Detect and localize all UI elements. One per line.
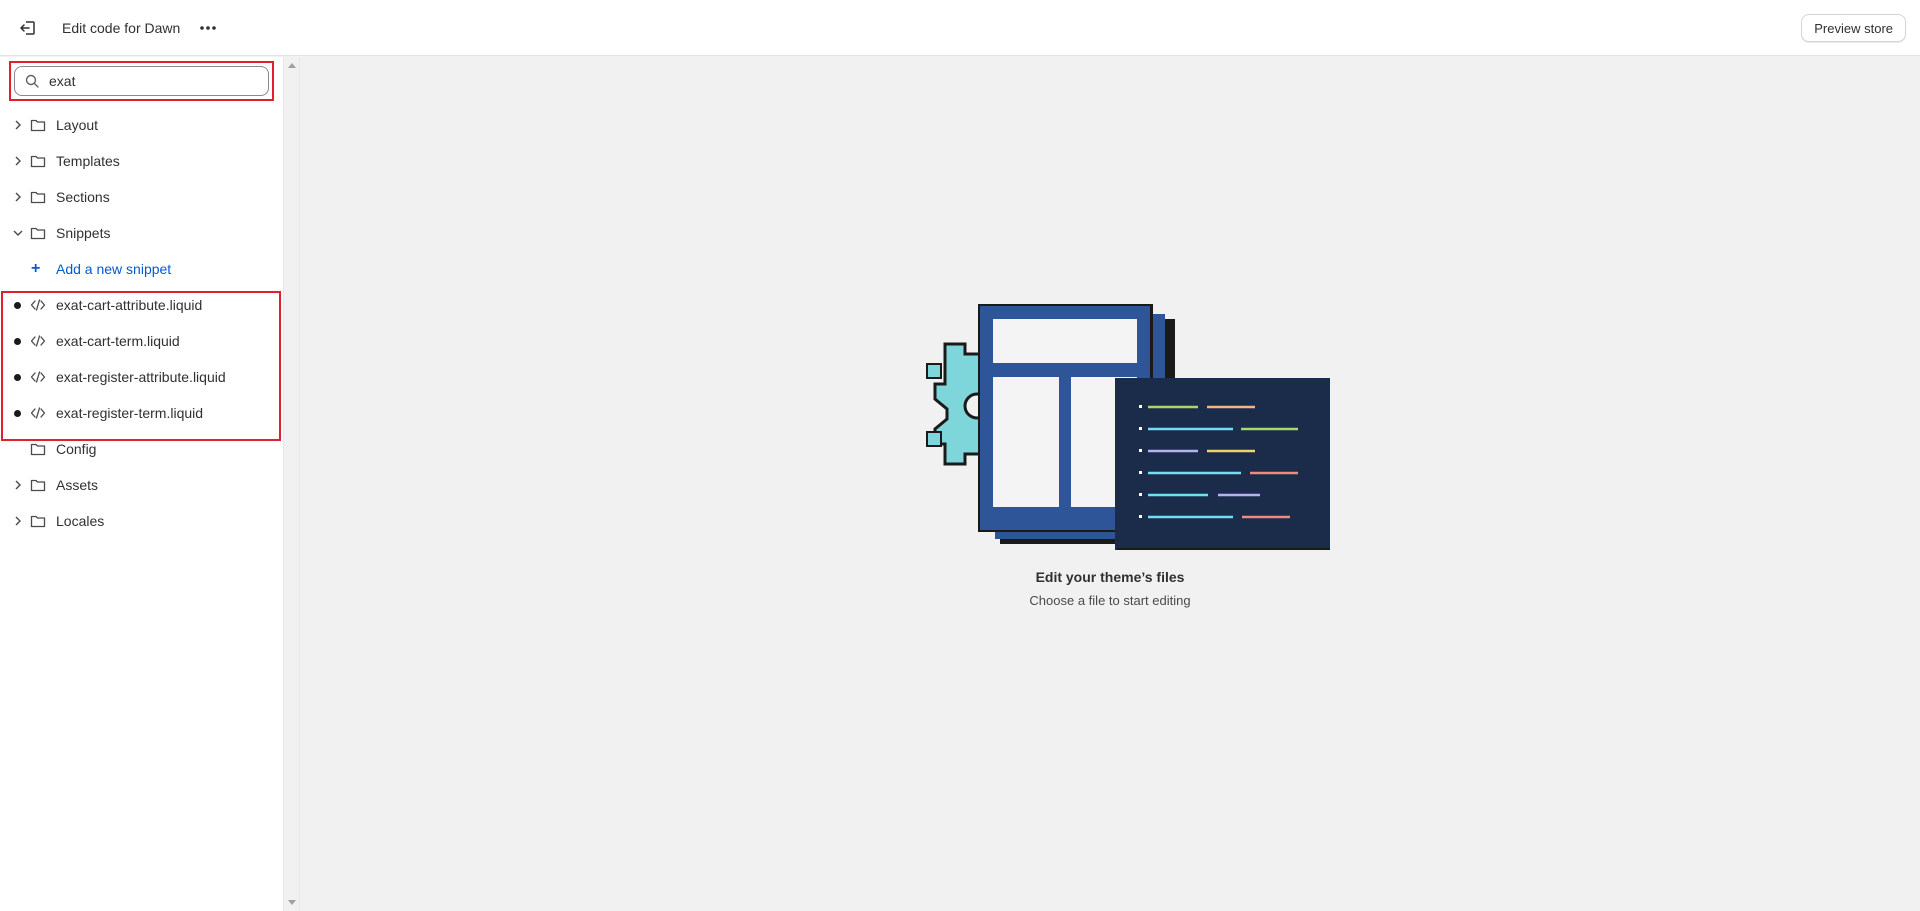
file-item[interactable]: exat-cart-attribute.liquid	[0, 287, 283, 323]
folder-layout[interactable]: Layout	[0, 107, 283, 143]
folder-icon	[30, 477, 46, 493]
unsaved-dot	[14, 301, 21, 309]
file-item[interactable]: exat-register-term.liquid	[0, 395, 283, 431]
file-item[interactable]: exat-register-attribute.liquid	[0, 359, 283, 395]
add-snippet-label: Add a new snippet	[56, 261, 172, 277]
file-label: exat-register-attribute.liquid	[56, 369, 226, 385]
add-snippet-link[interactable]: + Add a new snippet	[0, 251, 283, 287]
folder-config[interactable]: Config	[0, 431, 283, 467]
plus-icon: +	[31, 260, 41, 277]
chevron-right-icon[interactable]	[12, 515, 24, 527]
chevron-right-icon[interactable]	[12, 155, 24, 167]
scroll-down-arrow-icon[interactable]	[288, 900, 296, 905]
preview-store-button[interactable]: Preview store	[1801, 14, 1906, 42]
chevron-right-icon[interactable]	[12, 479, 24, 491]
folder-icon	[30, 441, 46, 457]
folder-sections[interactable]: Sections	[0, 179, 283, 215]
folder-label: Locales	[56, 513, 105, 529]
folder-templates[interactable]: Templates	[0, 143, 283, 179]
folder-snippets[interactable]: Snippets	[0, 215, 283, 251]
sidebar-scrollbar[interactable]	[283, 57, 300, 911]
ellipsis-icon	[200, 25, 217, 30]
file-label: exat-cart-term.liquid	[56, 333, 180, 349]
folder-icon	[30, 189, 46, 205]
folder-label: Snippets	[56, 225, 111, 241]
scroll-up-arrow-icon[interactable]	[288, 63, 296, 68]
search-box[interactable]	[14, 66, 269, 96]
search-icon	[25, 74, 39, 88]
code-icon	[30, 369, 46, 385]
file-label: exat-cart-attribute.liquid	[56, 297, 203, 313]
unsaved-dot	[14, 337, 21, 345]
page-title: Edit code for Dawn	[62, 19, 181, 36]
code-icon	[30, 297, 46, 313]
empty-state-subtitle: Choose a file to start editing	[1029, 593, 1191, 608]
folder-icon	[30, 153, 46, 169]
unsaved-dot	[14, 373, 21, 381]
more-actions-button[interactable]	[194, 14, 222, 42]
folder-assets[interactable]: Assets	[0, 467, 283, 503]
folder-icon	[30, 225, 46, 241]
folder-label: Assets	[56, 477, 99, 493]
folder-locales[interactable]: Locales	[0, 503, 283, 539]
unsaved-dot	[14, 409, 21, 417]
folder-label: Layout	[56, 117, 99, 133]
exit-icon	[20, 20, 35, 35]
search-input[interactable]	[49, 73, 249, 89]
theme-files-illustration	[926, 304, 1330, 550]
chevron-right-icon[interactable]	[12, 191, 24, 203]
empty-state-title: Edit your theme’s files	[1035, 569, 1185, 585]
exit-button[interactable]	[12, 12, 44, 44]
file-label: exat-register-term.liquid	[56, 405, 204, 421]
code-icon	[30, 405, 46, 421]
editor-area: Edit your theme’s files Choose a file to…	[300, 57, 1920, 911]
file-item[interactable]: exat-cart-term.liquid	[0, 323, 283, 359]
top-bar: Edit code for Dawn Preview store	[0, 0, 1920, 56]
search-highlight	[9, 61, 274, 101]
chevron-down-icon[interactable]	[12, 227, 24, 239]
folder-label: Sections	[56, 189, 110, 205]
folder-label: Config	[56, 441, 97, 457]
folder-icon	[30, 513, 46, 529]
folder-label: Templates	[56, 153, 120, 169]
code-icon	[30, 333, 46, 349]
chevron-right-icon[interactable]	[12, 119, 24, 131]
folder-icon	[30, 117, 46, 133]
